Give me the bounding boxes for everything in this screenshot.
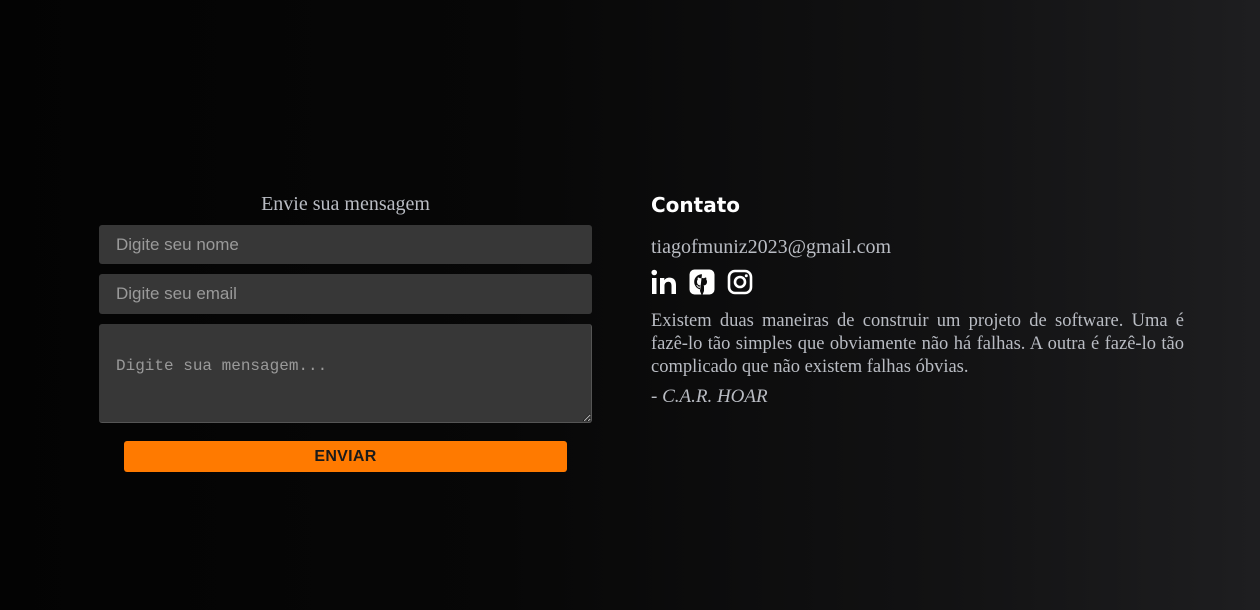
linkedin-icon[interactable] xyxy=(651,269,677,295)
github-icon[interactable] xyxy=(689,269,715,295)
quote-text: Existem duas maneiras de construir um pr… xyxy=(651,311,1184,377)
quote-author: - C.A.R. HOAR xyxy=(651,386,768,407)
email-input[interactable] xyxy=(99,274,592,314)
name-input[interactable] xyxy=(99,225,592,264)
instagram-icon[interactable] xyxy=(727,269,753,295)
contact-form: Envie sua mensagem ENVIAR xyxy=(99,190,592,472)
form-title: Envie sua mensagem xyxy=(261,193,430,215)
contact-email: tiagofmuniz2023@gmail.com xyxy=(651,236,892,258)
contact-title: Contato xyxy=(651,193,741,217)
send-button[interactable]: ENVIAR xyxy=(124,441,567,472)
social-links xyxy=(651,268,1184,296)
contact-section: Contato tiagofmuniz2023@gmail.com Existe… xyxy=(651,190,1184,409)
message-textarea[interactable] xyxy=(99,324,592,423)
